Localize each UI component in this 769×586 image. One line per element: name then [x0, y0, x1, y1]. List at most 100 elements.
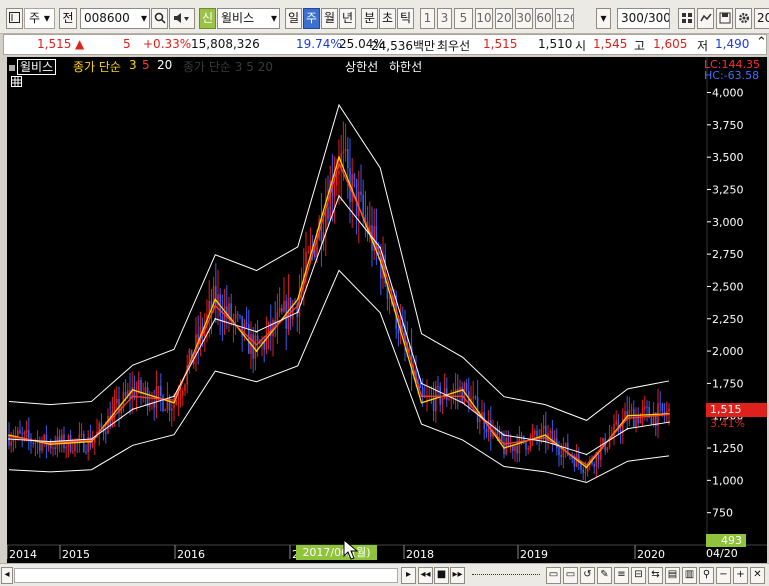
search-icon[interactable]	[151, 8, 168, 29]
period-minute-tab[interactable]: 분	[361, 8, 378, 29]
candle-body	[514, 445, 516, 451]
alert-badge[interactable]: 신	[199, 8, 216, 29]
turnover-pct: 19.74%	[296, 37, 342, 51]
ma-point	[131, 408, 134, 411]
table-toggle-icon[interactable]	[11, 76, 22, 87]
y-tick-label: 2,750	[712, 248, 744, 261]
period-week-tab[interactable]: 주	[303, 8, 320, 29]
legend-lower-band[interactable]: 하한선	[389, 58, 422, 75]
plus-icon[interactable]: +	[733, 567, 748, 584]
collapse-icon[interactable]: ⌃	[756, 35, 767, 50]
layout-icon[interactable]: ▤	[665, 567, 680, 584]
chart-menu-icon[interactable]	[6, 8, 23, 29]
stock-chart[interactable]: 7501,0001,2501,5001,7502,0002,2502,5002,…	[7, 57, 767, 563]
ma-point	[668, 413, 670, 416]
y-tick-label: 1,000	[712, 474, 744, 487]
chevron-down-icon[interactable]: ▾	[596, 8, 611, 29]
candle-body	[54, 447, 56, 450]
legend-hidden-indicator[interactable]: 종가 단순 3 5 20	[183, 58, 273, 75]
candle-body	[421, 387, 424, 397]
zoom-out-icon[interactable]: ▭	[546, 567, 561, 584]
y-tick-label: 3,500	[712, 151, 744, 164]
lower-band-line	[8, 269, 670, 483]
candle-body	[439, 386, 441, 405]
edge-button[interactable]: 20	[754, 8, 769, 29]
high-label: 고	[634, 39, 646, 53]
period-second-tab[interactable]: 초	[379, 8, 396, 29]
ma-point	[420, 395, 423, 398]
count-1-button[interactable]: 1	[420, 8, 435, 29]
count-5-button[interactable]: 5	[454, 8, 473, 29]
stock-name-field[interactable]: 윌비스 ▾	[217, 8, 280, 29]
legend-upper-band[interactable]: 상한선	[345, 58, 378, 75]
period-tick-tab[interactable]: 틱	[397, 8, 414, 29]
compare-icon[interactable]: ⇆	[648, 567, 663, 584]
align-icon[interactable]: ≡	[614, 567, 629, 584]
ma-point	[544, 440, 547, 443]
stop-icon[interactable]: ■	[434, 567, 449, 584]
candle-body	[355, 179, 358, 217]
candle-body	[619, 429, 622, 433]
zoom-slider[interactable]	[472, 574, 540, 576]
y-tick-label: 2,000	[712, 345, 744, 358]
magnifier-icon[interactable]: ⚲	[699, 567, 714, 584]
ma-point	[379, 253, 382, 255]
ma-point	[338, 162, 340, 165]
candle-body	[171, 408, 173, 411]
gear-icon[interactable]	[735, 8, 752, 29]
ma-point	[49, 440, 52, 443]
trend-icon[interactable]	[697, 8, 714, 29]
count-60-button[interactable]: 60	[535, 8, 553, 29]
stock-code-input[interactable]: 008600 ▾	[80, 8, 150, 29]
scroll-left-icon[interactable]: ◂	[1, 567, 13, 584]
y-tick-label: 3,250	[712, 183, 744, 196]
fast-forward-icon[interactable]: ▸▸	[450, 567, 465, 584]
split-icon[interactable]: ▥	[682, 567, 697, 584]
legend-stock-name[interactable]: 윌비스	[17, 59, 57, 75]
reset-icon[interactable]: ↺	[580, 567, 595, 584]
hc-label: HC:-63.58	[704, 69, 760, 82]
speaker-icon[interactable]	[169, 8, 195, 29]
ma-point	[8, 438, 10, 440]
stock-code-value: 008600	[84, 11, 130, 25]
period-month-tab[interactable]: 월	[321, 8, 338, 29]
ma-point	[585, 466, 588, 469]
period-day-tab[interactable]: 일	[285, 8, 302, 29]
grid-icon[interactable]	[678, 8, 695, 29]
period-year-tab[interactable]: 년	[339, 8, 356, 29]
legend-ma-title[interactable]: 종가 단순	[73, 58, 121, 75]
chevron-down-icon: ▾	[140, 11, 147, 25]
count-10-button[interactable]: 10	[475, 8, 493, 29]
candle-body	[179, 395, 182, 399]
count-3-button[interactable]: 3	[437, 8, 452, 29]
cross-icon[interactable]: ✕	[750, 567, 765, 584]
candle-body	[237, 313, 239, 315]
high-price: 1,605	[653, 37, 688, 51]
chart-scrollbar-track[interactable]	[14, 568, 398, 583]
zoom-in-icon[interactable]: ▭	[563, 567, 578, 584]
ma-point	[173, 401, 175, 404]
candle-body	[344, 149, 347, 152]
draw-icon[interactable]: ✎	[597, 567, 612, 584]
y-tick-label: 750	[712, 507, 733, 520]
first-icon[interactable]: ◂◂	[418, 567, 433, 584]
count-30-button[interactable]: 30	[515, 8, 533, 29]
candle-body	[536, 430, 538, 437]
count-120-button[interactable]: 120	[555, 8, 574, 29]
scroll-right-icon[interactable]: ▸	[401, 567, 416, 584]
save-icon[interactable]	[716, 8, 733, 29]
chart-plot[interactable]: 7501,0001,2501,5001,7502,0002,2502,5002,…	[7, 57, 767, 563]
candle-body	[525, 442, 527, 450]
bottom-scroll-bar: ◂ ▸ ◂◂ ■ ▸▸ ▭ ▭ ↺ ✎ ≡ ⊟ ⇆ ▤ ▥ ⚲ − + ✕	[0, 563, 769, 586]
count-20-button[interactable]: 20	[495, 8, 513, 29]
prev-button[interactable]: 전	[59, 8, 77, 29]
candle-body	[336, 174, 338, 186]
market-select[interactable]: 주 ▾	[24, 8, 55, 29]
candle-body	[479, 419, 481, 422]
minus-icon[interactable]: −	[716, 567, 731, 584]
candle-body	[17, 430, 19, 436]
candle-body	[21, 433, 23, 435]
bar-count-field[interactable]: 300/300	[617, 8, 670, 29]
ruler-icon[interactable]: ⊟	[631, 567, 646, 584]
candle-body	[52, 447, 54, 449]
